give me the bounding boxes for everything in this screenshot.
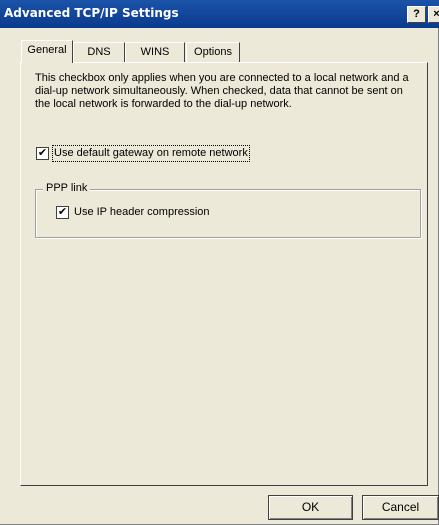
help-button[interactable]: ? [407,6,426,23]
tab-general[interactable]: General [21,40,73,63]
tab-wins[interactable]: WINS [125,42,185,62]
tab-options[interactable]: Options [186,42,240,62]
ppp-link-legend: PPP link [43,182,91,194]
window-title: Advanced TCP/IP Settings [4,6,179,20]
ip-header-compression-label[interactable]: Use IP header compression [74,206,210,219]
tab-dns[interactable]: DNS [73,42,125,62]
ip-header-compression-checkbox[interactable]: ✔ [56,206,69,219]
cancel-button[interactable]: Cancel [362,495,439,520]
default-gateway-checkbox[interactable]: ✔ [36,147,49,160]
ok-button[interactable]: OK [268,495,353,520]
general-tab-panel: This checkbox only applies when you are … [20,62,428,486]
close-button[interactable]: × [428,6,439,23]
dialog-window: Advanced TCP/IP Settings ? × General DNS… [0,0,439,525]
description-text: This checkbox only applies when you are … [35,72,409,110]
title-bar[interactable]: Advanced TCP/IP Settings ? × [0,0,439,28]
default-gateway-label[interactable]: Use default gateway on remote network [52,145,250,162]
